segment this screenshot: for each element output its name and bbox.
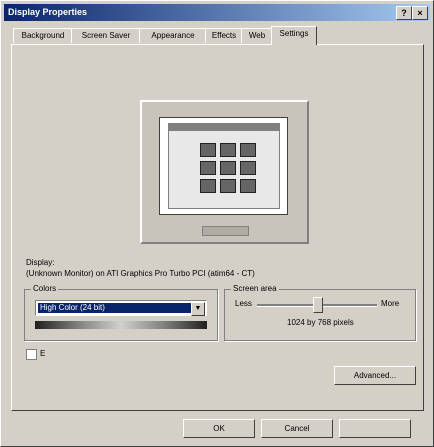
desktop-icon — [240, 143, 256, 157]
display-label: Display: — [26, 258, 55, 267]
monitor-preview — [140, 100, 309, 244]
tab-background[interactable]: Background — [13, 28, 73, 43]
screen-area-label: Screen area — [231, 284, 279, 293]
title-bar[interactable]: Display Properties ? × — [4, 4, 430, 21]
desktop-icon — [220, 143, 236, 157]
tab-appearance[interactable]: Appearance — [139, 28, 207, 43]
display-device: (Unknown Monitor) on ATI Graphics Pro Tu… — [26, 269, 255, 278]
colors-group: Colors High Color (24 bit) ▼ — [24, 284, 218, 341]
cancel-button[interactable]: Cancel — [261, 419, 333, 438]
extend-checkbox[interactable] — [26, 349, 37, 360]
screen-area-slider[interactable] — [313, 297, 323, 313]
monitor-screen — [159, 117, 288, 215]
color-gradient — [35, 321, 207, 329]
window-title: Display Properties — [8, 7, 88, 17]
chevron-down-icon[interactable]: ▼ — [191, 302, 205, 316]
tab-web[interactable]: Web — [241, 28, 273, 43]
extend-checkbox-label: E — [40, 349, 46, 358]
tab-screen-saver[interactable]: Screen Saver — [71, 28, 141, 43]
advanced-button[interactable]: Advanced... — [334, 366, 416, 385]
apply-button[interactable] — [339, 419, 411, 438]
desktop-icon — [200, 179, 216, 193]
help-button[interactable]: ? — [396, 6, 412, 20]
desktop-icon — [200, 143, 216, 157]
colors-label: Colors — [31, 284, 59, 293]
ok-button[interactable]: OK — [183, 419, 255, 438]
screen-area-group: Screen area Less More 1024 by 768 pixels — [224, 284, 416, 341]
colors-select[interactable]: High Color (24 bit) ▼ — [35, 300, 207, 316]
slider-more-label: More — [381, 299, 400, 308]
desktop-icons — [198, 142, 258, 196]
desktop-icon — [240, 161, 256, 175]
desktop-icon — [200, 161, 216, 175]
desktop-icon — [220, 161, 236, 175]
monitor-stand — [202, 226, 249, 236]
display-properties-window: Display Properties ? × Background Screen… — [0, 0, 434, 447]
screen-area-value: 1024 by 768 pixels — [287, 318, 354, 327]
tab-settings[interactable]: Settings — [271, 26, 317, 45]
slider-less-label: Less — [235, 299, 252, 308]
close-button[interactable]: × — [412, 6, 428, 20]
tab-effects[interactable]: Effects — [205, 28, 243, 43]
desktop-icon — [240, 179, 256, 193]
settings-panel: Display: (Unknown Monitor) on ATI Graphi… — [11, 44, 424, 411]
desktop-icon — [220, 179, 236, 193]
colors-selected-value: High Color (24 bit) — [38, 303, 192, 313]
